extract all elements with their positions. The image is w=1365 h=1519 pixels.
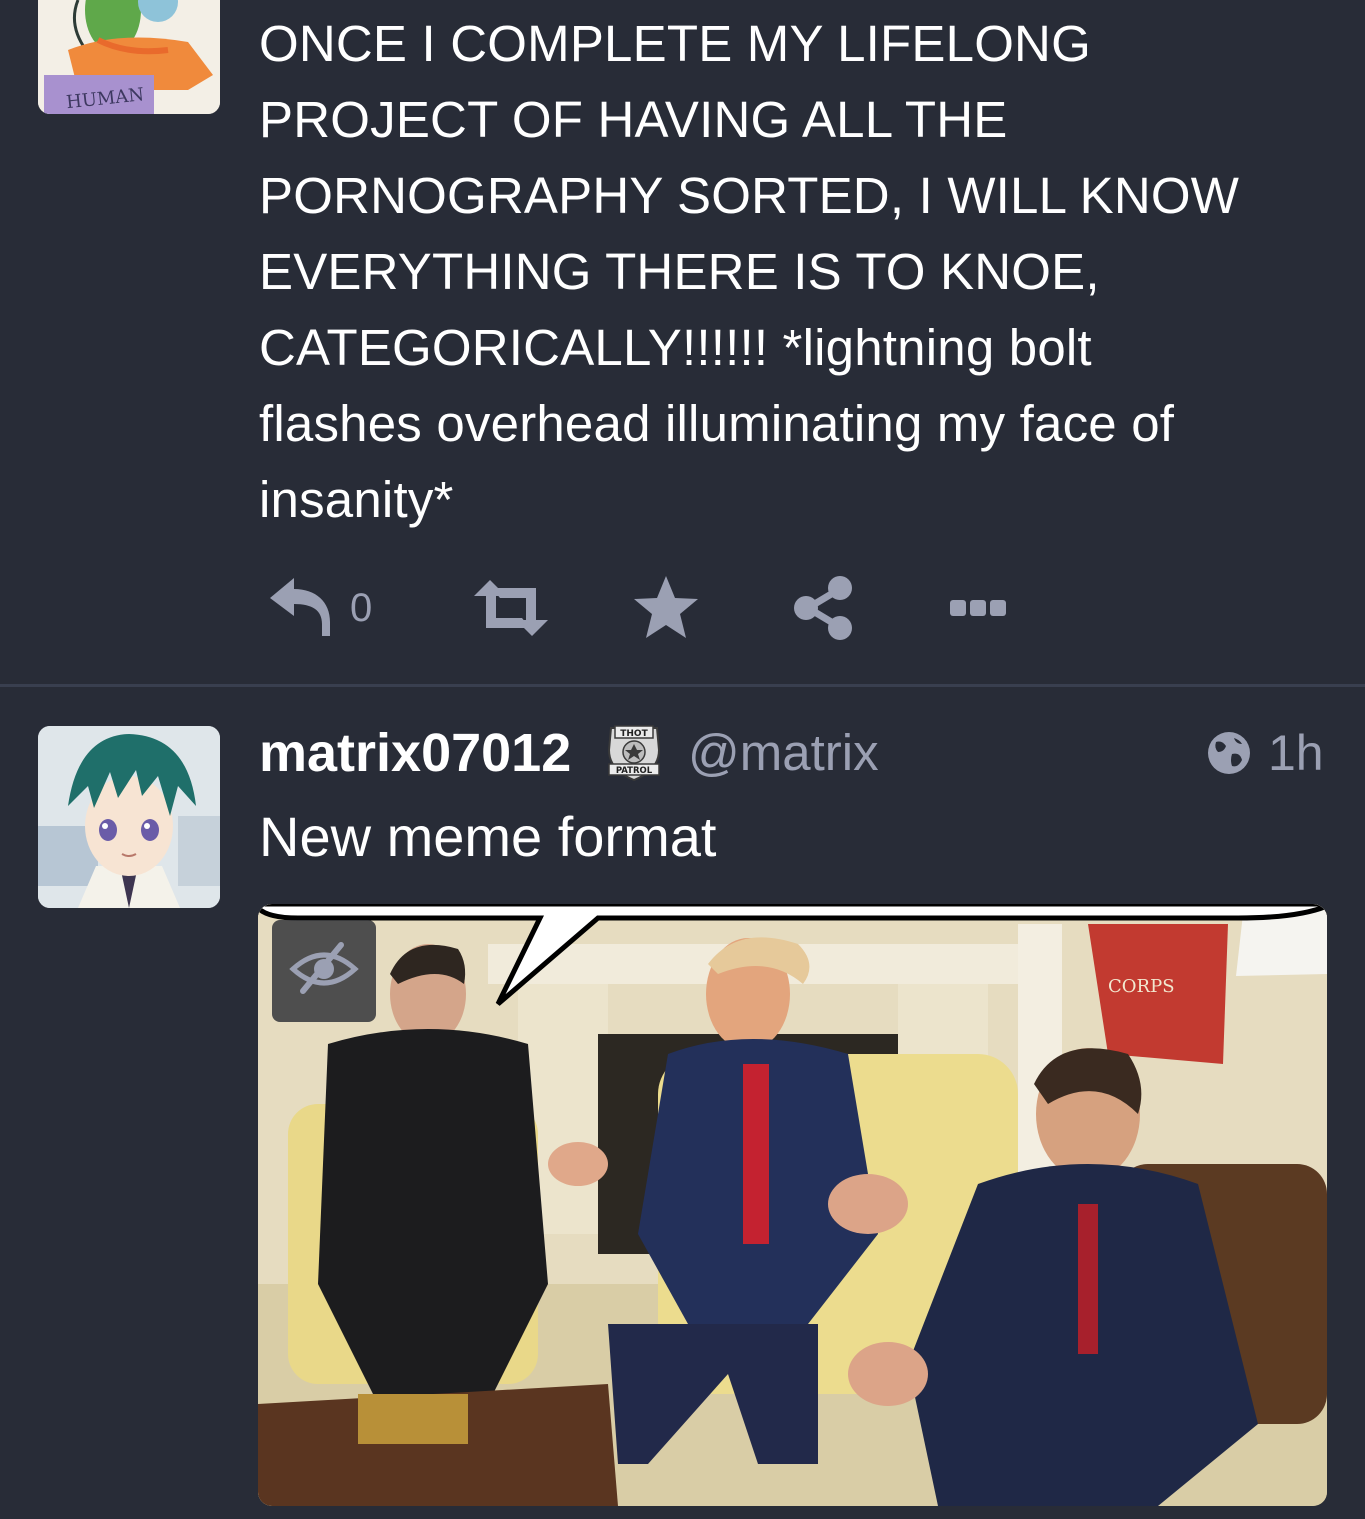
media-attachment[interactable]: CORPS (258, 904, 1327, 1506)
avatar[interactable]: HUMAN (38, 0, 220, 114)
hide-media-button[interactable] (272, 920, 376, 1022)
boost-button[interactable] (470, 572, 552, 644)
status-post[interactable]: HUMAN ONCE I COMPLETE MY LIFELONG PROJEC… (0, 0, 1365, 686)
status-content: ONCE I COMPLETE MY LIFELONG PROJECT OF H… (259, 15, 1240, 528)
reply-icon (264, 572, 336, 644)
badge-bottom-text: PATROL (616, 766, 653, 776)
favourite-icon (630, 572, 702, 644)
post-divider (0, 684, 1365, 687)
display-name[interactable]: matrix07012 (259, 720, 571, 786)
status-action-bar: 0 (264, 572, 1024, 644)
share-button[interactable] (788, 572, 860, 644)
more-icon (948, 572, 1010, 644)
reply-button[interactable]: 0 (264, 572, 372, 644)
thot-patrol-badge-icon: THOT PATROL (603, 720, 665, 782)
badge-top-text: THOT (620, 729, 648, 739)
favourite-button[interactable] (630, 572, 702, 644)
globe-icon (1206, 730, 1252, 776)
status-content: New meme format (259, 805, 717, 868)
account-handle[interactable]: @matrix (688, 720, 879, 786)
avatar[interactable] (38, 726, 220, 908)
share-icon (788, 572, 860, 644)
more-button[interactable] (948, 572, 1010, 644)
timeline: HUMAN ONCE I COMPLETE MY LIFELONG PROJEC… (0, 0, 1365, 1519)
reply-count: 0 (350, 585, 373, 630)
flag-text: CORPS (1108, 976, 1175, 997)
eye-slash-icon (289, 941, 359, 1002)
timestamp[interactable]: 1h (1268, 720, 1324, 786)
boost-icon (470, 572, 552, 644)
